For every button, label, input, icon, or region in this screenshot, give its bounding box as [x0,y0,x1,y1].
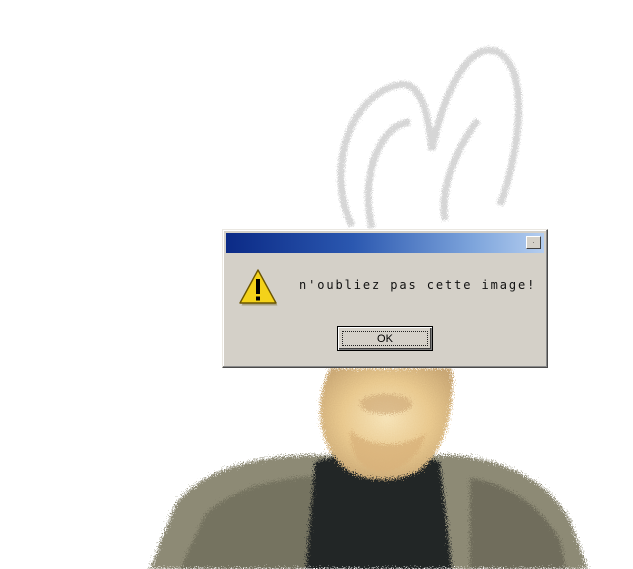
warning-icon [239,269,278,306]
dialog-titlebar[interactable] [226,233,544,253]
close-button[interactable] [526,236,541,249]
dialog-message: n'oubliez pas cette image! [299,278,537,292]
close-icon [533,241,534,244]
focus-ring [342,331,428,346]
ok-button[interactable]: OK [337,326,433,351]
warning-dialog: n'oubliez pas cette image! OK [222,229,548,368]
